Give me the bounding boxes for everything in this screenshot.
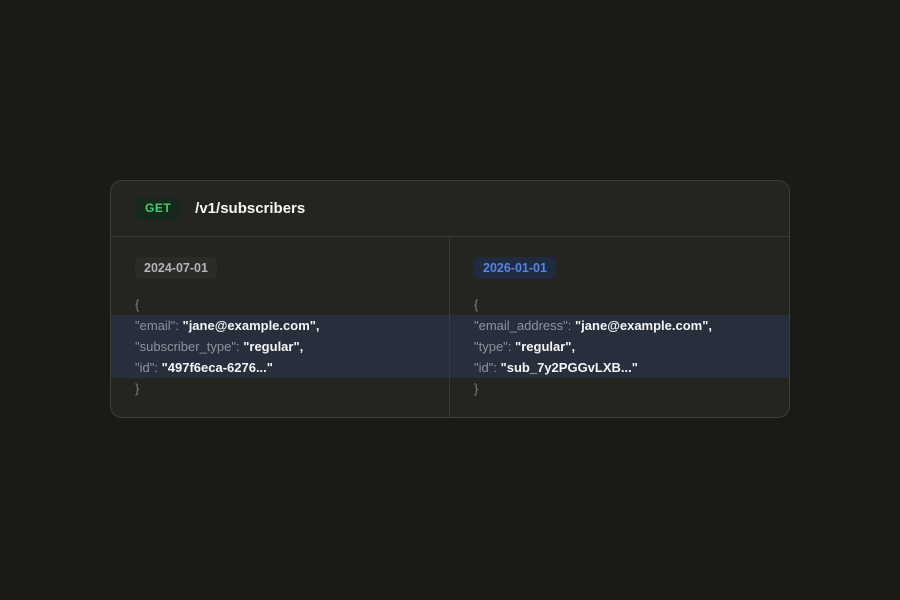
json-comma: ,: [571, 339, 575, 354]
json-value: "497f6eca-6276...": [162, 360, 273, 375]
json-separator: :: [493, 360, 500, 375]
json-value: "regular": [243, 339, 299, 354]
json-field-row: "email": "jane@example.com",: [111, 315, 449, 336]
changed-lines-highlight: "email": "jane@example.com", "subscriber…: [111, 315, 449, 378]
http-method-badge: GET: [135, 197, 181, 219]
version-panel-old: 2024-07-01 { "email": "jane@example.com"…: [111, 237, 450, 417]
json-snippet-old: { "email": "jane@example.com", "subscrib…: [111, 294, 449, 399]
json-open-brace: {: [450, 294, 789, 315]
json-value: "sub_7y2PGGvLXB...": [501, 360, 638, 375]
version-badge-new[interactable]: 2026-01-01: [474, 257, 556, 279]
endpoint-header: GET /v1/subscribers: [111, 181, 789, 237]
json-separator: :: [508, 339, 515, 354]
version-compare-body: 2024-07-01 { "email": "jane@example.com"…: [111, 237, 789, 417]
json-key: "id": [135, 360, 154, 375]
json-value: "regular": [515, 339, 571, 354]
page-background: GET /v1/subscribers 2024-07-01 { "email"…: [0, 0, 900, 600]
version-badge-old[interactable]: 2024-07-01: [135, 257, 217, 279]
json-open-brace: {: [111, 294, 449, 315]
json-comma: ,: [708, 318, 712, 333]
json-field-row: "id": "sub_7y2PGGvLXB...": [450, 357, 789, 378]
json-field-row: "subscriber_type": "regular",: [111, 336, 449, 357]
changed-lines-highlight: "email_address": "jane@example.com", "ty…: [450, 315, 789, 378]
json-value: "jane@example.com": [183, 318, 316, 333]
json-separator: :: [175, 318, 182, 333]
json-snippet-new: { "email_address": "jane@example.com", "…: [450, 294, 789, 399]
json-separator: :: [568, 318, 575, 333]
json-comma: ,: [316, 318, 320, 333]
json-key: "type": [474, 339, 508, 354]
json-key: "id": [474, 360, 493, 375]
json-key: "email": [135, 318, 175, 333]
json-field-row: "email_address": "jane@example.com",: [450, 315, 789, 336]
api-endpoint-card: GET /v1/subscribers 2024-07-01 { "email"…: [110, 180, 790, 418]
json-key: "email_address": [474, 318, 568, 333]
version-panel-new: 2026-01-01 { "email_address": "jane@exam…: [450, 237, 789, 417]
json-value: "jane@example.com": [575, 318, 708, 333]
endpoint-path: /v1/subscribers: [195, 200, 305, 217]
json-field-row: "type": "regular",: [450, 336, 789, 357]
json-close-brace: }: [111, 378, 449, 399]
json-separator: :: [154, 360, 161, 375]
json-comma: ,: [300, 339, 304, 354]
json-close-brace: }: [450, 378, 789, 399]
json-key: "subscriber_type": [135, 339, 236, 354]
json-field-row: "id": "497f6eca-6276...": [111, 357, 449, 378]
